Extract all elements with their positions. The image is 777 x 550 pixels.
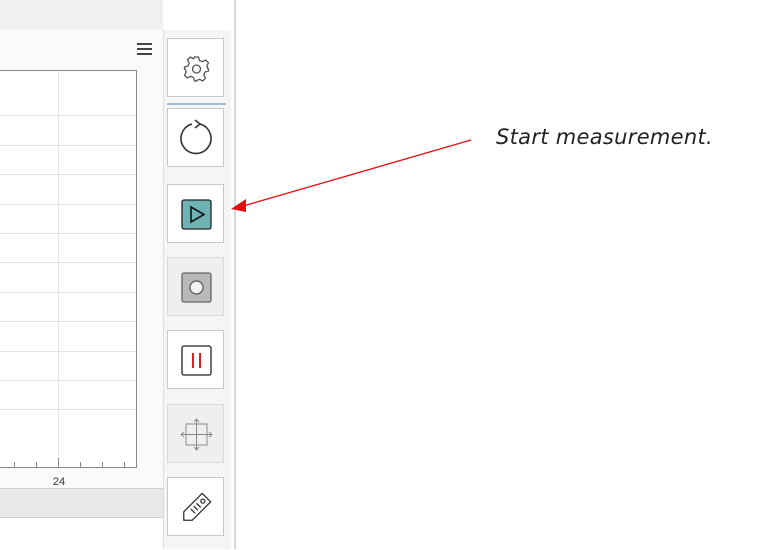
annotation-text: Start measurement. — [496, 125, 714, 149]
annotation-arrow — [231, 139, 472, 212]
